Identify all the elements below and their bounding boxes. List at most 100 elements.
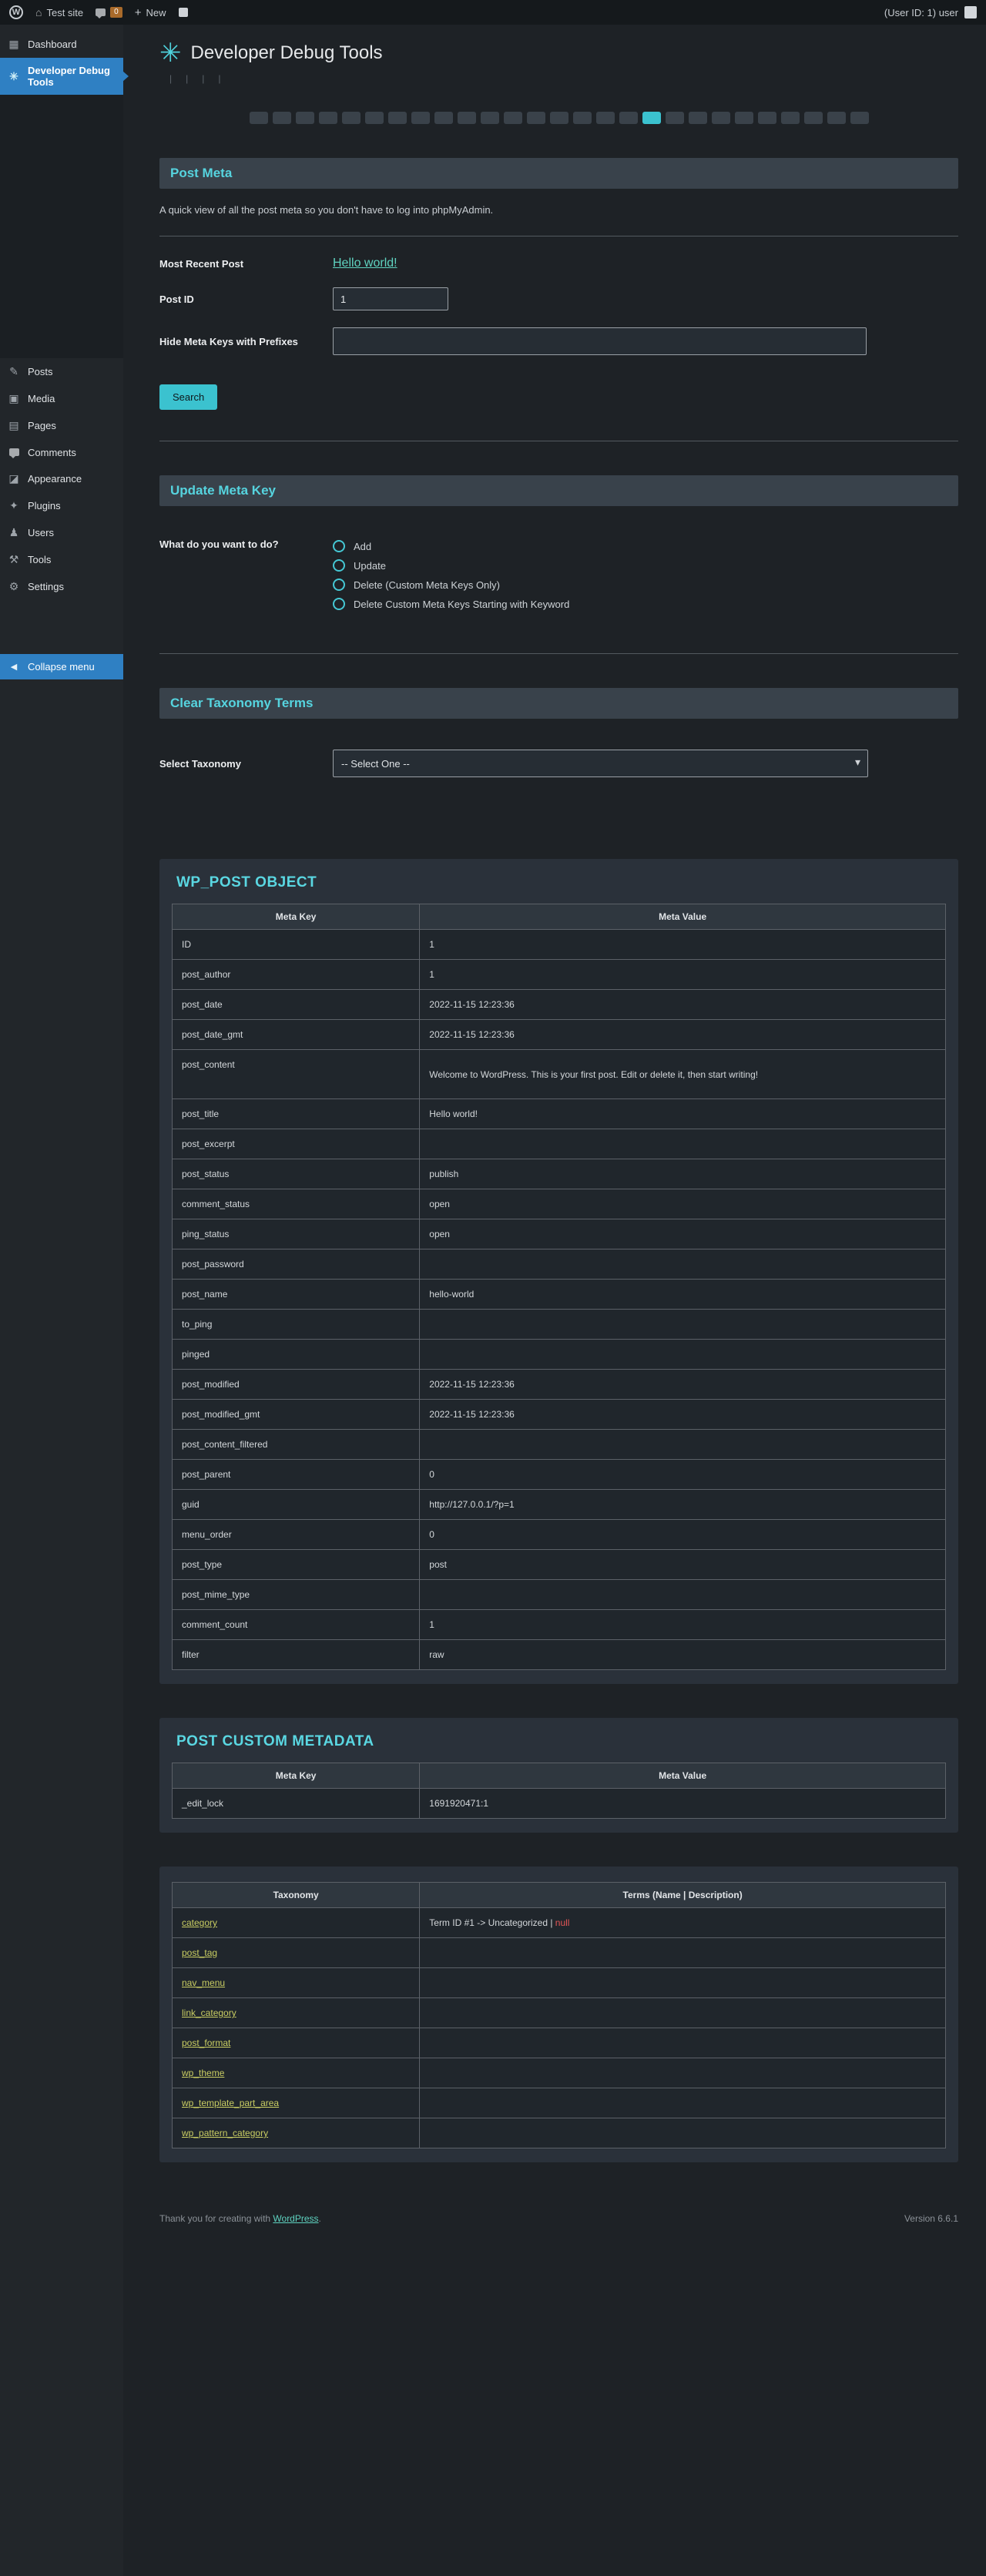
- tab[interactable]: [549, 112, 568, 124]
- meta-value-cell: [419, 1579, 946, 1610]
- collapse-menu-button[interactable]: ◀ Collapse menu: [0, 654, 123, 679]
- sidebar-item-dashboard[interactable]: ▦ Dashboard: [0, 31, 123, 58]
- submenu-item[interactable]: [0, 247, 123, 257]
- sidebar-item-developer-debug-tools[interactable]: ✳ Developer Debug Tools: [0, 58, 123, 95]
- sidebar-item-tools[interactable]: ⚒ Tools: [0, 546, 123, 573]
- tab[interactable]: [827, 112, 846, 124]
- submenu-item[interactable]: [0, 321, 123, 330]
- submenu-item[interactable]: [0, 312, 123, 321]
- tab[interactable]: [665, 112, 684, 124]
- submenu-item[interactable]: [0, 173, 123, 183]
- post-id-input[interactable]: [333, 287, 448, 310]
- submenu-item[interactable]: [0, 284, 123, 293]
- sidebar-item-media[interactable]: ▣ Media: [0, 385, 123, 412]
- submenu-item[interactable]: [0, 229, 123, 238]
- sidebar-item-pages[interactable]: ▤ Pages: [0, 412, 123, 439]
- sidebar-item-users[interactable]: ♟ Users: [0, 519, 123, 546]
- table-row: wp_template_part_area: [171, 2088, 946, 2118]
- tab[interactable]: [249, 112, 268, 124]
- tab[interactable]: [318, 112, 337, 124]
- admin-bar-page-shortcut[interactable]: [178, 8, 188, 17]
- radio-option[interactable]: Add: [333, 540, 569, 552]
- taxonomy-link[interactable]: post_format: [182, 2038, 230, 2048]
- submenu-item[interactable]: [0, 275, 123, 284]
- submenu-item[interactable]: [0, 155, 123, 164]
- tab[interactable]: [595, 112, 615, 124]
- taxonomy-link[interactable]: wp_theme: [182, 2068, 224, 2078]
- radio-option[interactable]: Delete Custom Meta Keys Starting with Ke…: [333, 598, 569, 610]
- submenu-item[interactable]: [0, 146, 123, 155]
- admin-bar-comments[interactable]: 0: [96, 7, 122, 18]
- sidebar-item-posts[interactable]: ✎ Posts: [0, 358, 123, 385]
- meta-value-cell: 2022-11-15 12:23:36: [419, 1399, 946, 1430]
- tab[interactable]: [411, 112, 430, 124]
- sidebar-item-appearance[interactable]: ◪ Appearance: [0, 465, 123, 492]
- sidebar-item-comments[interactable]: Comments: [0, 439, 123, 465]
- dashboard-icon: ▦: [8, 38, 19, 50]
- most-recent-post-link[interactable]: Hello world!: [333, 257, 397, 270]
- tab[interactable]: [387, 112, 407, 124]
- search-button[interactable]: Search: [159, 384, 218, 410]
- tab[interactable]: [503, 112, 522, 124]
- taxonomy-link[interactable]: nav_menu: [182, 1977, 225, 1988]
- tab[interactable]: [688, 112, 707, 124]
- avatar: [964, 6, 977, 18]
- radio-option[interactable]: Delete (Custom Meta Keys Only): [333, 579, 569, 591]
- tab[interactable]: [757, 112, 776, 124]
- submenu-item[interactable]: [0, 164, 123, 173]
- admin-bar-site-name[interactable]: ⌂ Test site: [35, 6, 83, 18]
- tab[interactable]: [457, 112, 476, 124]
- submenu-item[interactable]: [0, 330, 123, 340]
- submenu-item[interactable]: [0, 257, 123, 266]
- submenu-item[interactable]: [0, 293, 123, 303]
- tab[interactable]: [734, 112, 753, 124]
- post-custom-metadata-panel: POST CUSTOM METADATA Meta Key Meta Value…: [159, 1718, 958, 1833]
- tab[interactable]: [434, 112, 453, 124]
- tab[interactable]: [341, 112, 361, 124]
- submenu-item[interactable]: [0, 340, 123, 349]
- submenu-item[interactable]: [0, 192, 123, 201]
- submenu-item[interactable]: [0, 266, 123, 275]
- sidebar-item-settings[interactable]: ⚙ Settings: [0, 573, 123, 600]
- taxonomy-link[interactable]: link_category: [182, 2007, 236, 2018]
- taxonomy-link[interactable]: wp_pattern_category: [182, 2128, 268, 2138]
- taxonomy-select[interactable]: -- Select One --: [333, 750, 868, 777]
- taxonomy-link[interactable]: wp_template_part_area: [182, 2098, 279, 2108]
- tab[interactable]: [711, 112, 730, 124]
- hide-prefix-input[interactable]: [333, 327, 867, 355]
- submenu-item[interactable]: [0, 118, 123, 127]
- taxonomy-link[interactable]: category: [182, 1917, 217, 1928]
- admin-bar-account[interactable]: (User ID: 1) user: [884, 6, 977, 18]
- submenu-item[interactable]: [0, 303, 123, 312]
- tab[interactable]: [272, 112, 291, 124]
- taxonomy-cell: link_category: [171, 1997, 421, 2028]
- wordpress-link[interactable]: WordPress: [273, 2213, 318, 2224]
- tab[interactable]: [619, 112, 638, 124]
- sidebar-item-plugins[interactable]: ✦ Plugins: [0, 492, 123, 519]
- tab[interactable]: [295, 112, 314, 124]
- column-header-meta-value: Meta Value: [419, 904, 946, 930]
- taxonomy-link[interactable]: post_tag: [182, 1947, 217, 1958]
- submenu-item[interactable]: [0, 136, 123, 146]
- tab[interactable]: [526, 112, 545, 124]
- tab[interactable]: [480, 112, 499, 124]
- wp-logo-menu[interactable]: W: [9, 5, 23, 19]
- tab[interactable]: [642, 112, 661, 124]
- submenu-item[interactable]: [0, 109, 123, 118]
- tab[interactable]: [572, 112, 592, 124]
- tab[interactable]: [780, 112, 800, 124]
- submenu-item[interactable]: [0, 99, 123, 109]
- tab[interactable]: [364, 112, 384, 124]
- submenu-item[interactable]: [0, 220, 123, 229]
- submenu-item[interactable]: [0, 210, 123, 220]
- main-content: ✳ Developer Debug Tools Post Meta A quic…: [123, 25, 986, 2576]
- admin-bar-new[interactable]: + New: [135, 6, 166, 19]
- submenu-item[interactable]: [0, 183, 123, 192]
- submenu-item[interactable]: [0, 127, 123, 136]
- radio-option[interactable]: Update: [333, 559, 569, 572]
- terms-text: Term ID #1 -> Uncategorized |: [429, 1917, 555, 1928]
- tab[interactable]: [803, 112, 823, 124]
- submenu-item[interactable]: [0, 238, 123, 247]
- submenu-item[interactable]: [0, 201, 123, 210]
- tab[interactable]: [850, 112, 869, 124]
